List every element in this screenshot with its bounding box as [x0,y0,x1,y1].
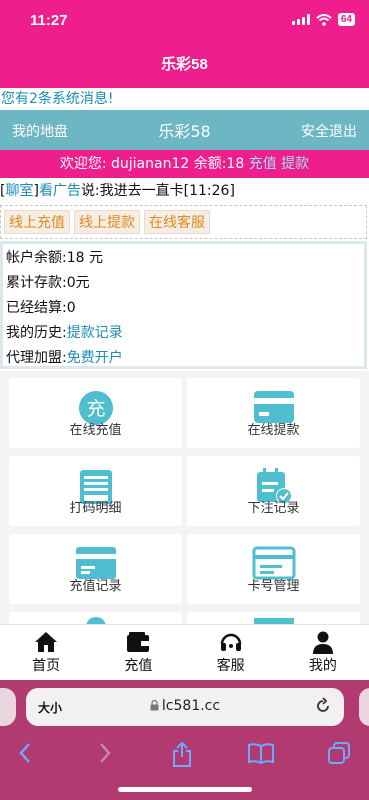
tab-profile[interactable]: 我的 [277,625,369,680]
prev-tab-preview[interactable] [0,688,16,726]
tile-partial-left[interactable] [9,612,182,624]
tab-home[interactable]: 首页 [0,625,92,680]
tile-label: 在线充值 [69,423,122,438]
function-grid: 充 在线充值 在线提款 打码明细 下注记录 充值记录 卡号管理 [0,371,369,624]
withdraw-records-link[interactable]: 提款记录 [67,325,123,341]
tile-online-withdraw[interactable]: 在线提款 [187,378,360,448]
tile-label: 充值记录 [69,579,122,594]
chat-message: 说:我进去一直卡[11:26] [80,183,235,199]
tile-label: 卡号管理 [247,579,300,594]
signal-icon [291,14,310,25]
bookmarks-icon[interactable] [248,742,274,764]
reload-icon[interactable] [314,697,332,715]
chat-room-link[interactable]: 聊室 [5,183,33,199]
nav-bar: 我的地盘 乐彩58 安全退出 [0,110,369,150]
lock-icon [150,699,159,711]
chat-line: [聊室]看广告说:我进去一直卡[11:26] [0,180,369,202]
tile-partial-right[interactable] [187,612,360,624]
tab-label: 首页 [32,658,61,674]
history-label: 我的历史: [6,325,67,341]
next-tab-preview[interactable] [359,688,369,726]
online-service-button[interactable]: 在线客服 [144,210,210,234]
tab-label: 充值 [124,658,153,674]
agent-label: 代理加盟: [6,350,67,366]
page-title: 乐彩58 [0,42,369,88]
recharge-link[interactable]: 充值 [249,156,277,172]
browser-chrome: 大小 lc581.cc [0,680,369,800]
browser-toolbar [0,738,369,774]
tile-online-recharge[interactable]: 充 在线充值 [9,378,182,448]
deposit-text: 累计存款:0元 [6,275,90,291]
tile-card-management[interactable]: 卡号管理 [187,534,360,604]
agent-row: 代理加盟:免费开户 [6,346,361,371]
partial-icon [253,618,294,624]
settled-text: 已经结算:0 [6,300,76,316]
url-value: lc581.cc [161,698,221,714]
online-recharge-button[interactable]: 线上充值 [4,210,70,234]
tile-bet-records[interactable]: 下注记录 [187,456,360,526]
address-bar[interactable]: 大小 lc581.cc [26,688,344,726]
status-icons: 64 [291,13,355,26]
balance-text: 帐户余额:18 元 [6,250,103,266]
welcome-text: 欢迎您: dujianan12 余额:18 [59,156,245,172]
tabs-icon[interactable] [328,742,350,764]
online-withdraw-button[interactable]: 线上提款 [74,210,140,234]
headset-icon [220,633,241,651]
status-time: 11:27 [30,12,68,29]
home-indicator [118,787,252,792]
url-text: lc581.cc [26,698,344,714]
free-signup-link[interactable]: 免费开户 [67,350,123,366]
wallet-icon [127,632,150,652]
status-bar: 11:27 64 [0,0,369,42]
recharge-icon-glyph: 充 [86,398,105,420]
tab-recharge[interactable]: 充值 [92,625,184,680]
account-info: 帐户余额:18 元 累计存款:0元 已经结算:0 我的历史:提款记录 代理加盟:… [0,241,367,369]
welcome-bar: 欢迎您: dujianan12 余额:18 充值 提款 [0,150,369,178]
forward-icon[interactable] [98,742,112,764]
ad-link[interactable]: 看广告 [39,183,81,199]
tile-label: 打码明细 [69,501,122,516]
system-message-link[interactable]: 您有2条系统消息! [0,88,369,110]
tile-recharge-records[interactable]: 充值记录 [9,534,182,604]
battery-indicator: 64 [337,13,355,26]
partial-icon [86,617,105,624]
share-icon[interactable] [172,742,192,768]
logout-link[interactable]: 安全退出 [301,121,357,141]
tile-label: 下注记录 [247,501,300,516]
home-icon [35,632,58,652]
tab-label: 我的 [308,658,337,674]
wifi-icon [316,13,332,26]
tab-service[interactable]: 客服 [185,625,277,680]
quick-actions: 线上充值 线上提款 在线客服 [0,205,367,239]
user-icon [312,631,333,654]
tile-label: 在线提款 [247,423,300,438]
tab-label: 客服 [216,658,245,674]
tile-betting-code-detail[interactable]: 打码明细 [9,456,182,526]
back-icon[interactable] [18,742,32,764]
bottom-tab-bar: 首页 充值 客服 我的 [0,624,369,680]
history-row: 我的历史:提款记录 [6,321,361,346]
withdraw-link[interactable]: 提款 [281,156,309,172]
